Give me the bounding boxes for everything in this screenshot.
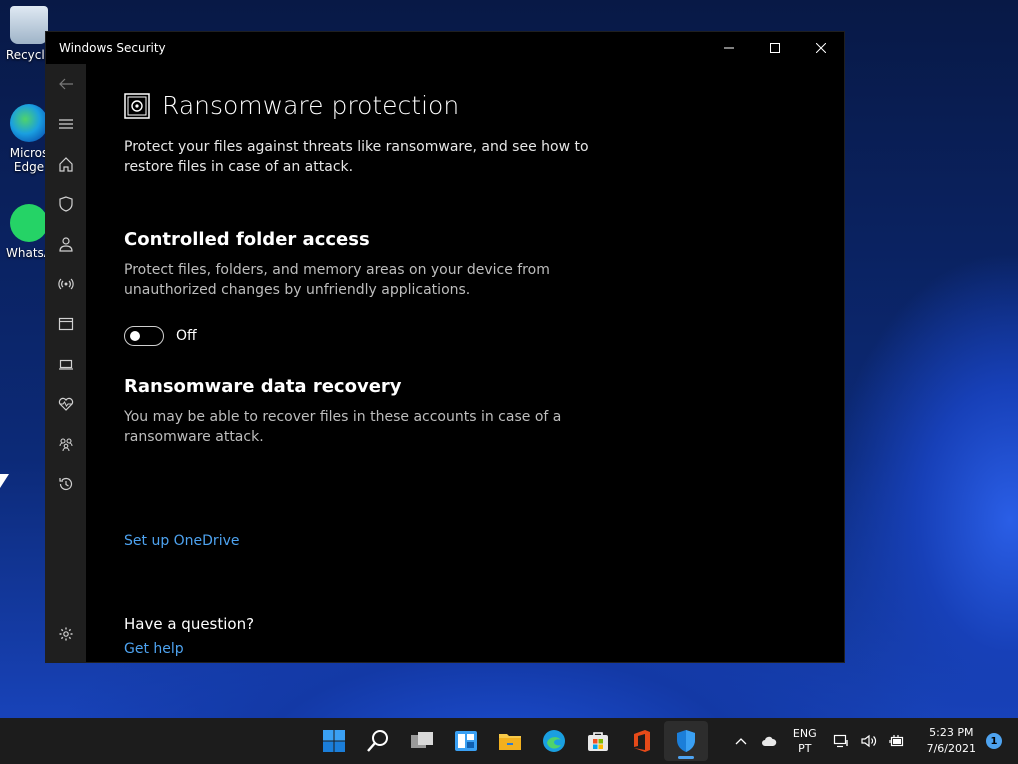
taskbar-apps xyxy=(312,718,708,764)
search-icon xyxy=(367,730,388,752)
taskbar: ENG PT 5:23 PM 7/6/2021 1 xyxy=(0,718,1018,764)
get-help-link[interactable]: Get help xyxy=(124,641,184,657)
clock-time: 5:23 PM xyxy=(929,726,974,739)
toggle-knob xyxy=(130,331,140,341)
minimize-button[interactable] xyxy=(706,32,752,64)
mouse-cursor-icon xyxy=(0,474,9,488)
sidebar-item-account-protection[interactable] xyxy=(46,224,86,264)
cloud-icon xyxy=(761,736,777,746)
taskbar-windows-security-button[interactable] xyxy=(664,721,708,761)
edge-icon xyxy=(10,104,48,142)
app-browser-icon xyxy=(58,317,74,331)
language-code: ENG xyxy=(792,727,817,740)
menu-button[interactable] xyxy=(46,104,86,144)
gear-icon xyxy=(59,627,73,641)
battery-icon xyxy=(888,735,903,747)
close-icon xyxy=(816,43,826,53)
controlled-folder-access-toggle-row: Off xyxy=(124,326,844,346)
sidebar-item-firewall[interactable] xyxy=(46,264,86,304)
tray-clock[interactable]: 5:23 PM 7/6/2021 xyxy=(927,725,976,757)
page-header: Ransomware protection xyxy=(124,91,844,120)
sidebar-item-protection-history[interactable] xyxy=(46,464,86,504)
heart-pulse-icon xyxy=(58,397,74,411)
sidebar-item-settings[interactable] xyxy=(46,614,86,654)
speaker-icon xyxy=(860,734,876,748)
family-icon xyxy=(59,438,73,452)
person-icon xyxy=(59,237,73,252)
notification-badge[interactable]: 1 xyxy=(986,733,1002,749)
back-button[interactable] xyxy=(46,64,86,104)
desktop-icon-label: Micros Edge xyxy=(9,146,49,174)
chevron-up-icon xyxy=(735,738,747,745)
tray-language-indicator[interactable]: ENG PT xyxy=(793,726,817,756)
section-title-ransomware-data-recovery: Ransomware data recovery xyxy=(124,376,402,397)
close-button[interactable] xyxy=(798,32,844,64)
recycle-bin-icon xyxy=(10,6,48,44)
windows-security-icon xyxy=(677,730,695,752)
taskbar-search-button[interactable] xyxy=(356,721,400,761)
taskbar-edge-button[interactable] xyxy=(532,721,576,761)
clock-date: 7/6/2021 xyxy=(926,742,976,755)
taskbar-file-explorer-button[interactable] xyxy=(488,721,532,761)
maximize-icon xyxy=(770,43,780,53)
sidebar-item-device-health[interactable] xyxy=(46,384,86,424)
sidebar-item-family-options[interactable] xyxy=(46,424,86,464)
page-description: Protect your files against threats like … xyxy=(124,139,589,175)
sidebar-item-home[interactable] xyxy=(46,144,86,184)
tray-overflow-button[interactable] xyxy=(729,733,753,749)
tray-onedrive-button[interactable] xyxy=(757,733,781,749)
toggle-state-label: Off xyxy=(176,328,197,344)
taskbar-task-view-button[interactable] xyxy=(400,721,444,761)
hamburger-menu-icon xyxy=(59,119,73,129)
office-icon xyxy=(634,730,650,752)
window-title: Windows Security xyxy=(59,41,166,55)
system-tray: ENG PT 5:23 PM 7/6/2021 1 xyxy=(727,718,1018,764)
help-question: Have a question? xyxy=(124,615,255,633)
network-icon xyxy=(833,734,848,748)
tray-network-button[interactable] xyxy=(829,733,853,749)
task-view-icon xyxy=(411,732,433,748)
taskbar-office-button[interactable] xyxy=(620,721,664,761)
wireless-icon xyxy=(58,278,74,290)
start-icon xyxy=(323,730,345,752)
section-description-controlled-folder-access: Protect files, folders, and memory areas… xyxy=(124,262,550,298)
taskbar-widgets-button[interactable] xyxy=(444,721,488,761)
sidebar-item-device-security[interactable] xyxy=(46,344,86,384)
keyboard-layout: PT xyxy=(798,742,812,755)
section-title-controlled-folder-access: Controlled folder access xyxy=(124,229,370,250)
home-icon xyxy=(59,157,73,172)
controlled-folder-access-toggle[interactable] xyxy=(124,326,164,346)
ransomware-vault-icon xyxy=(124,92,150,119)
sidebar-item-virus-protection[interactable] xyxy=(46,184,86,224)
section-description-ransomware-data-recovery: You may be able to recover files in thes… xyxy=(124,409,562,445)
store-icon xyxy=(588,732,608,751)
tray-battery-button[interactable] xyxy=(885,733,909,749)
windows-security-window: Windows Security Ransomware protection P… xyxy=(45,31,845,663)
sidebar-item-app-browser-control[interactable] xyxy=(46,304,86,344)
taskbar-store-button[interactable] xyxy=(576,721,620,761)
edge-icon xyxy=(543,730,565,752)
widgets-icon xyxy=(455,731,477,751)
tray-volume-button[interactable] xyxy=(857,733,881,749)
setup-onedrive-link[interactable]: Set up OneDrive xyxy=(124,533,239,549)
title-bar[interactable]: Windows Security xyxy=(46,32,844,64)
main-content: Ransomware protection Protect your files… xyxy=(124,64,844,662)
shield-icon xyxy=(59,196,73,212)
back-arrow-icon xyxy=(59,78,73,90)
whatsapp-icon xyxy=(10,204,48,242)
page-title: Ransomware protection xyxy=(162,91,460,120)
maximize-button[interactable] xyxy=(752,32,798,64)
nav-sidebar xyxy=(46,64,86,662)
laptop-icon xyxy=(59,359,73,370)
history-icon xyxy=(59,477,73,491)
taskbar-start-button[interactable] xyxy=(312,721,356,761)
file-explorer-icon xyxy=(499,734,521,750)
minimize-icon xyxy=(724,47,734,49)
